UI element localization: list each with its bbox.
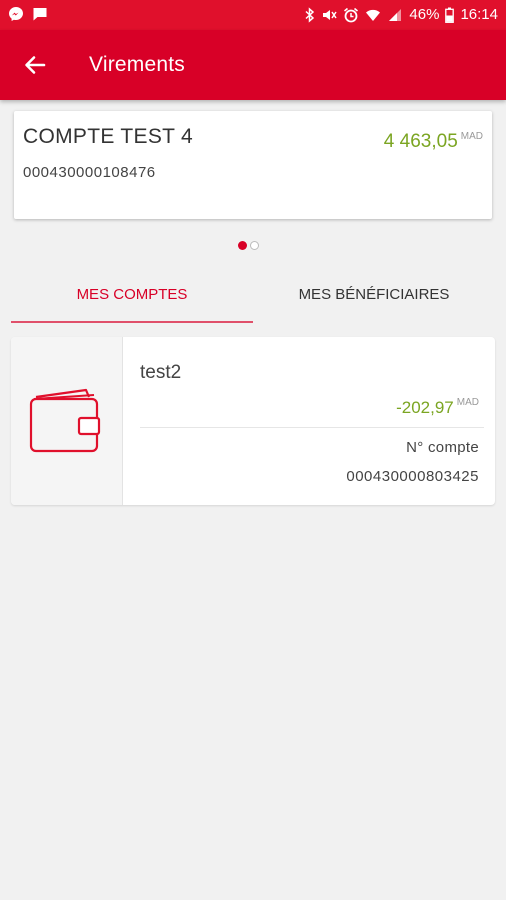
account-number-label: N° compte xyxy=(406,439,479,456)
account-item-balance: -202,97 MAD xyxy=(396,397,479,418)
divider xyxy=(140,427,484,428)
wifi-icon xyxy=(365,7,381,23)
account-item-balance-value: -202,97 xyxy=(396,398,454,417)
bluetooth-icon xyxy=(305,6,315,23)
battery-percent: 46% xyxy=(409,6,440,23)
battery-icon xyxy=(445,7,455,23)
account-currency: MAD xyxy=(460,131,483,142)
account-list-item[interactable]: test2 -202,97 MAD N° compte 0004300008034… xyxy=(11,337,495,505)
pager-dot[interactable] xyxy=(250,241,259,250)
account-balance: 4 463,05 MAD xyxy=(384,131,483,153)
alarm-icon xyxy=(343,7,359,23)
account-item-name: test2 xyxy=(140,362,182,383)
tab-mes-comptes[interactable]: MES COMPTES xyxy=(11,268,253,324)
active-tab-indicator xyxy=(11,321,253,323)
pager-dot-active[interactable] xyxy=(238,241,247,250)
account-item-number: 000430000803425 xyxy=(346,468,479,485)
status-bar: 46% 16:14 xyxy=(0,0,506,30)
wallet-icon xyxy=(28,385,102,455)
mute-icon xyxy=(321,7,338,23)
account-card[interactable]: COMPTE TEST 4 000430000108476 4 463,05 MA… xyxy=(14,111,492,219)
messenger-icon xyxy=(8,6,24,22)
tab-bar: MES COMPTES MES BÉNÉFICIAIRES xyxy=(11,268,495,324)
signal-icon xyxy=(387,7,403,23)
back-button[interactable] xyxy=(22,52,48,78)
account-number: 000430000108476 xyxy=(23,164,156,181)
arrow-left-icon xyxy=(22,56,48,82)
account-balance-value: 4 463,05 xyxy=(383,131,458,152)
wallet-icon-container xyxy=(11,337,123,505)
app-bar: Virements xyxy=(0,30,506,100)
account-name: COMPTE TEST 4 xyxy=(23,125,193,148)
tab-mes-beneficiaires[interactable]: MES BÉNÉFICIAIRES xyxy=(253,268,495,324)
page-title: Virements xyxy=(89,53,185,76)
clock-time: 16:14 xyxy=(460,6,498,23)
account-item-currency: MAD xyxy=(456,397,479,408)
pager-dots xyxy=(238,241,259,250)
message-icon xyxy=(32,6,48,22)
